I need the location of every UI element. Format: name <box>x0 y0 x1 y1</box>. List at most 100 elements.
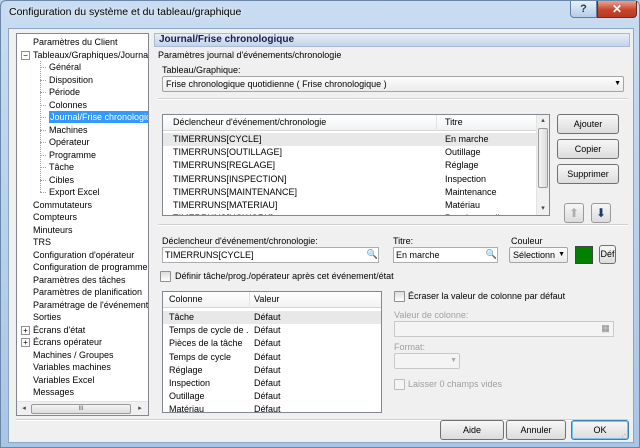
help-button[interactable]: Aide <box>440 420 504 440</box>
title-input[interactable]: En marche <box>393 247 498 263</box>
move-up-button[interactable]: ⬆ <box>564 203 584 223</box>
column-header-trigger[interactable]: Déclencheur d'événement/chronologie <box>173 117 326 127</box>
add-button[interactable]: Ajouter <box>557 114 619 134</box>
tree-item[interactable]: Messages <box>33 386 74 398</box>
browse-icon[interactable]: 🔍 <box>366 248 379 261</box>
events-vertical-scrollbar[interactable]: ▴ ▾ <box>536 115 549 215</box>
leave-empty-checkbox[interactable] <box>394 379 405 390</box>
trigger-input[interactable]: TIMERRUNS[CYCLE] <box>162 247 379 263</box>
list-item[interactable]: TIMERRUNS[NOWORK] Pas de travail <box>163 212 549 215</box>
tree-item[interactable]: Variables machines <box>33 361 111 373</box>
tree-item[interactable]: Écrans d'état <box>33 324 85 336</box>
dialog-window: Configuration du système et du tableau/g… <box>0 0 640 448</box>
events-list-header: Déclencheur d'événement/chronologie Titr… <box>163 115 549 131</box>
overwrite-checkbox-label[interactable]: Écraser la valeur de colonne par défaut <box>408 291 565 301</box>
color-select[interactable]: Sélectionn ▼ <box>509 247 568 263</box>
move-down-button[interactable]: ⬇ <box>591 203 611 223</box>
default-color-button[interactable]: Déf <box>599 245 616 264</box>
table-row[interactable]: Tâche Défaut <box>163 311 381 324</box>
column-divider[interactable] <box>249 292 250 308</box>
scroll-down-icon[interactable]: ▾ <box>537 203 549 215</box>
separator <box>158 224 628 226</box>
tree-item[interactable]: Opérateur <box>49 136 90 148</box>
column-header-title[interactable]: Titre <box>445 117 463 127</box>
define-checkbox[interactable] <box>160 271 171 282</box>
table-row[interactable]: Temps de cycle de ... Défaut <box>163 324 381 337</box>
tree-item[interactable]: Journal/Frise chronologique <box>49 111 148 123</box>
leave-empty-checkbox-label[interactable]: Laisser 0 champs vides <box>408 379 502 389</box>
tree-item[interactable]: Période <box>49 86 80 98</box>
tree-item[interactable]: Général <box>49 61 81 73</box>
column-header-column[interactable]: Colonne <box>169 294 203 304</box>
chart-select[interactable]: Frise chronologique quotidienne ( Frise … <box>162 76 624 92</box>
settings-tree[interactable]: ◂ III ▸ Paramètres du Client − Tableaux/Gr… <box>16 33 149 416</box>
tree-item[interactable]: Disposition <box>49 74 93 86</box>
table-row[interactable]: Réglage Défaut <box>163 364 381 377</box>
scroll-thumb[interactable]: III <box>31 404 131 414</box>
list-item[interactable]: TIMERRUNS[OUTILLAGE] Outillage <box>163 146 549 159</box>
column-divider[interactable] <box>436 115 437 131</box>
tree-item[interactable]: Paramétrage de l'événement <box>33 299 148 311</box>
tree-item[interactable]: Paramètres du Client <box>33 36 118 48</box>
column-cell: Réglage <box>169 364 203 375</box>
expand-icon[interactable]: + <box>21 338 30 347</box>
tree-item[interactable]: Paramètres des tâches <box>33 274 126 286</box>
cancel-button[interactable]: Annuler <box>506 420 566 440</box>
close-button[interactable]: ✕ <box>597 1 637 18</box>
table-row[interactable]: Inspection Défaut <box>163 377 381 390</box>
tree-item[interactable]: Machines <box>49 124 88 136</box>
events-list[interactable]: Déclencheur d'événement/chronologie Titr… <box>162 114 550 216</box>
columns-list[interactable]: Colonne Valeur Tâche Défaut Temps de cycle… <box>162 291 382 413</box>
expand-icon[interactable]: + <box>21 325 30 335</box>
tree-item[interactable]: Configuration d'opérateur <box>33 249 134 261</box>
delete-button[interactable]: Supprimer <box>557 164 619 184</box>
tree-item[interactable]: Tableaux/Graphiques/Journaux <box>33 49 148 61</box>
list-item[interactable]: TIMERRUNS[REGLAGE] Réglage <box>163 159 549 172</box>
tree-item[interactable]: Variables Excel <box>33 374 94 386</box>
chevron-down-icon: ▼ <box>558 251 565 258</box>
column-header-value[interactable]: Valeur <box>254 294 279 304</box>
list-item[interactable]: TIMERRUNS[INSPECTION] Inspection <box>163 173 549 186</box>
resize-grip-icon[interactable]: ⋰ <box>621 430 631 440</box>
tree-item[interactable]: Colonnes <box>49 99 87 111</box>
tree-item[interactable]: Cibles <box>49 174 74 186</box>
tree-item[interactable]: Écrans opérateur <box>33 336 102 348</box>
color-swatch[interactable] <box>575 246 593 264</box>
tree-item[interactable]: Programme <box>49 149 96 161</box>
table-row[interactable]: Pièces de la tâche Défaut <box>163 337 381 350</box>
format-select[interactable]: ▼ <box>394 353 460 369</box>
value-cell: Défaut <box>254 325 281 336</box>
table-row[interactable]: Outillage Défaut <box>163 390 381 403</box>
browse-icon[interactable]: 🔍 <box>485 248 498 261</box>
scroll-left-icon[interactable]: ◂ <box>18 403 30 415</box>
list-item[interactable]: TIMERRUNS[MATERIAU] Matériau <box>163 199 549 212</box>
tree-item[interactable]: Machines / Groupes <box>33 349 114 361</box>
tree-horizontal-scrollbar[interactable]: ◂ III ▸ <box>17 401 148 415</box>
scroll-thumb[interactable] <box>538 128 548 188</box>
trigger-cell: TIMERRUNS[INSPECTION] <box>173 173 287 184</box>
tree-item[interactable]: Tâche <box>49 161 74 173</box>
tree-item[interactable]: Minuteurs <box>33 224 73 236</box>
column-value-input[interactable] <box>394 321 614 337</box>
scroll-up-icon[interactable]: ▴ <box>537 115 549 127</box>
copy-button[interactable]: Copier <box>557 139 619 159</box>
tree-item[interactable]: Configuration de programme <box>33 261 148 273</box>
scroll-right-icon[interactable]: ▸ <box>134 403 146 415</box>
tree-item[interactable]: Sorties <box>33 311 61 323</box>
title-bar[interactable]: Configuration du système et du tableau/g… <box>1 1 639 23</box>
overwrite-checkbox[interactable] <box>394 291 405 302</box>
tree-item[interactable]: Export Excel <box>49 186 100 198</box>
chevron-down-icon: ▼ <box>450 357 457 364</box>
tree-item[interactable]: Compteurs <box>33 211 77 223</box>
define-checkbox-label[interactable]: Définir tâche/prog./opérateur après cet … <box>175 271 394 281</box>
column-value-browse-icon[interactable]: ▦ <box>599 322 612 335</box>
table-row[interactable]: Temps de cycle Défaut <box>163 351 381 364</box>
tree-item[interactable]: Paramètres de planification <box>33 286 142 298</box>
tree-item[interactable]: TRS <box>33 236 51 248</box>
table-row[interactable]: Matériau Défaut <box>163 403 381 412</box>
tree-item[interactable]: Commutateurs <box>33 199 92 211</box>
list-item[interactable]: TIMERRUNS[MAINTENANCE] Maintenance <box>163 186 549 199</box>
help-title-button[interactable]: ? <box>570 1 597 18</box>
collapse-icon[interactable]: − <box>21 50 30 60</box>
list-item[interactable]: TIMERRUNS[CYCLE] En marche <box>163 133 549 146</box>
